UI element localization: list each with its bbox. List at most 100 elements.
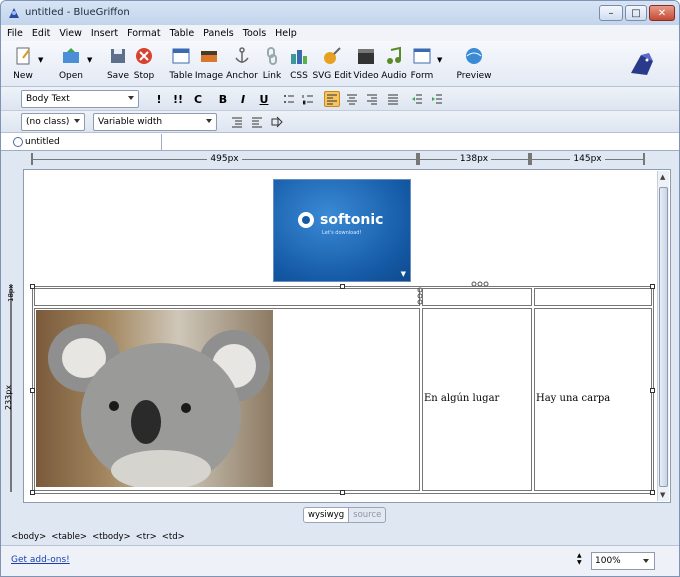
- scroll-up-arrow-icon[interactable]: ▲: [660, 173, 665, 181]
- path-item-table[interactable]: <table>: [51, 532, 87, 542]
- svg-edit-button[interactable]: SVG Edit: [312, 44, 352, 84]
- resize-handle[interactable]: [650, 388, 655, 393]
- new-button[interactable]: New: [9, 44, 37, 84]
- align-right-button[interactable]: [364, 91, 380, 107]
- numbered-list-button[interactable]: [300, 91, 316, 107]
- scrollbar-thumb[interactable]: [659, 187, 668, 487]
- koala-image[interactable]: [36, 310, 273, 490]
- griffon-logo-icon: [631, 53, 653, 75]
- get-addons-link[interactable]: Get add-ons!: [11, 555, 70, 565]
- form-button[interactable]: Form: [409, 44, 435, 84]
- column-width-1[interactable]: 495px: [31, 153, 418, 165]
- table-button[interactable]: Table: [169, 44, 193, 84]
- zoom-down-arrow-icon[interactable]: ▼: [577, 559, 587, 566]
- bullet-list-button[interactable]: [281, 91, 297, 107]
- class-select[interactable]: (no class): [21, 113, 85, 131]
- preview-button[interactable]: Preview: [456, 44, 492, 84]
- link-chain-icon: [267, 47, 277, 65]
- form-dropdown-arrow-icon[interactable]: ▼: [437, 56, 442, 64]
- menu-edit[interactable]: Edit: [32, 28, 50, 39]
- menu-bar: File Edit View Insert Format Table Panel…: [1, 25, 679, 41]
- row-insert-handle-icon[interactable]: [416, 286, 424, 306]
- menu-tools[interactable]: Tools: [243, 28, 266, 39]
- menu-table[interactable]: Table: [170, 28, 195, 39]
- image-button[interactable]: Image: [195, 44, 223, 84]
- resize-handle[interactable]: [30, 490, 35, 495]
- save-button[interactable]: Save: [105, 44, 131, 84]
- tab-source[interactable]: source: [349, 507, 387, 523]
- tab-wysiwyg[interactable]: wysiwyg: [303, 507, 350, 523]
- important-button[interactable]: !: [151, 91, 167, 107]
- menu-panels[interactable]: Panels: [203, 28, 234, 39]
- align-right-icon: [367, 94, 377, 105]
- path-item-body[interactable]: <body>: [11, 532, 46, 542]
- italic-button[interactable]: I: [235, 91, 251, 107]
- save-label: Save: [106, 71, 130, 81]
- outdent-button[interactable]: [409, 91, 425, 107]
- resize-handle[interactable]: [340, 490, 345, 495]
- table-cell[interactable]: [422, 288, 532, 306]
- banner-arrow-icon: ▼: [400, 270, 406, 278]
- table-cell[interactable]: [534, 288, 652, 306]
- vertical-scrollbar[interactable]: ▲ ▼: [657, 171, 669, 501]
- link-button[interactable]: Link: [261, 44, 283, 84]
- tab-untitled[interactable]: untitled: [11, 134, 162, 151]
- open-button[interactable]: Open: [57, 44, 85, 84]
- title-bar[interactable]: untitled - BlueGriffon – □ ✕: [1, 1, 679, 25]
- column-insert-handle-icon[interactable]: [470, 280, 490, 288]
- new-dropdown-arrow-icon[interactable]: ▼: [38, 56, 43, 64]
- indent-block-button[interactable]: [249, 114, 265, 130]
- save-disk-icon: [111, 49, 125, 63]
- menu-view[interactable]: View: [59, 28, 82, 39]
- preview-label: Preview: [456, 71, 492, 81]
- audio-button[interactable]: Audio: [381, 44, 407, 84]
- maximize-button[interactable]: □: [625, 5, 647, 21]
- column-width-2[interactable]: 138px: [418, 153, 530, 165]
- zoom-select[interactable]: 100%: [591, 552, 655, 570]
- scroll-down-arrow-icon[interactable]: ▼: [660, 491, 665, 499]
- close-button[interactable]: ✕: [649, 5, 675, 21]
- css-button[interactable]: CSS: [288, 44, 310, 84]
- path-item-td[interactable]: <td>: [162, 532, 185, 542]
- resize-handle[interactable]: [650, 284, 655, 289]
- dedent-block-button[interactable]: [229, 114, 245, 130]
- menu-file[interactable]: File: [7, 28, 23, 39]
- align-center-button[interactable]: [344, 91, 360, 107]
- strong-button[interactable]: !!: [170, 91, 186, 107]
- width-select[interactable]: Variable width: [93, 113, 217, 131]
- document-tab-icon: [13, 137, 23, 147]
- indent-button[interactable]: [429, 91, 445, 107]
- cell-text-en-algun-lugar[interactable]: En algún lugar: [424, 393, 499, 404]
- path-item-tbody[interactable]: <tbody>: [92, 532, 131, 542]
- column-width-3[interactable]: 145px: [530, 153, 645, 165]
- open-dropdown-arrow-icon[interactable]: ▼: [87, 56, 92, 64]
- justify-button[interactable]: [385, 91, 401, 107]
- paragraph-style-select[interactable]: Body Text: [21, 90, 139, 108]
- align-left-button[interactable]: [324, 91, 340, 107]
- resize-handle[interactable]: [30, 388, 35, 393]
- resize-handle[interactable]: [650, 490, 655, 495]
- cell-text-hay-una-carpa[interactable]: Hay una carpa: [536, 393, 610, 404]
- zoom-spinner[interactable]: ▲ ▼: [577, 552, 587, 570]
- softonic-banner-image[interactable]: softonic Let's download! ▼: [273, 179, 411, 282]
- video-button[interactable]: Video: [353, 44, 379, 84]
- clear-style-button[interactable]: C: [190, 91, 206, 107]
- menu-help[interactable]: Help: [275, 28, 297, 39]
- resize-handle[interactable]: [30, 284, 35, 289]
- window-title: untitled - BlueGriffon: [25, 7, 130, 18]
- column-width-label: 138px: [456, 154, 492, 164]
- stop-button[interactable]: Stop: [131, 44, 157, 84]
- resize-handle[interactable]: [340, 284, 345, 289]
- stop-icon: [136, 48, 152, 64]
- underline-button[interactable]: U: [256, 91, 272, 107]
- menu-format[interactable]: Format: [127, 28, 160, 39]
- anchor-button[interactable]: Anchor: [226, 44, 258, 84]
- zoom-up-arrow-icon[interactable]: ▲: [577, 552, 587, 559]
- minimize-button[interactable]: –: [599, 5, 623, 21]
- table-cell[interactable]: [34, 288, 420, 306]
- wysiwyg-editor[interactable]: softonic Let's download! ▼ 18px 233px En…: [4, 169, 671, 503]
- position-button[interactable]: [269, 114, 285, 130]
- menu-insert[interactable]: Insert: [91, 28, 118, 39]
- bold-button[interactable]: B: [215, 91, 231, 107]
- path-item-tr[interactable]: <tr>: [136, 532, 157, 542]
